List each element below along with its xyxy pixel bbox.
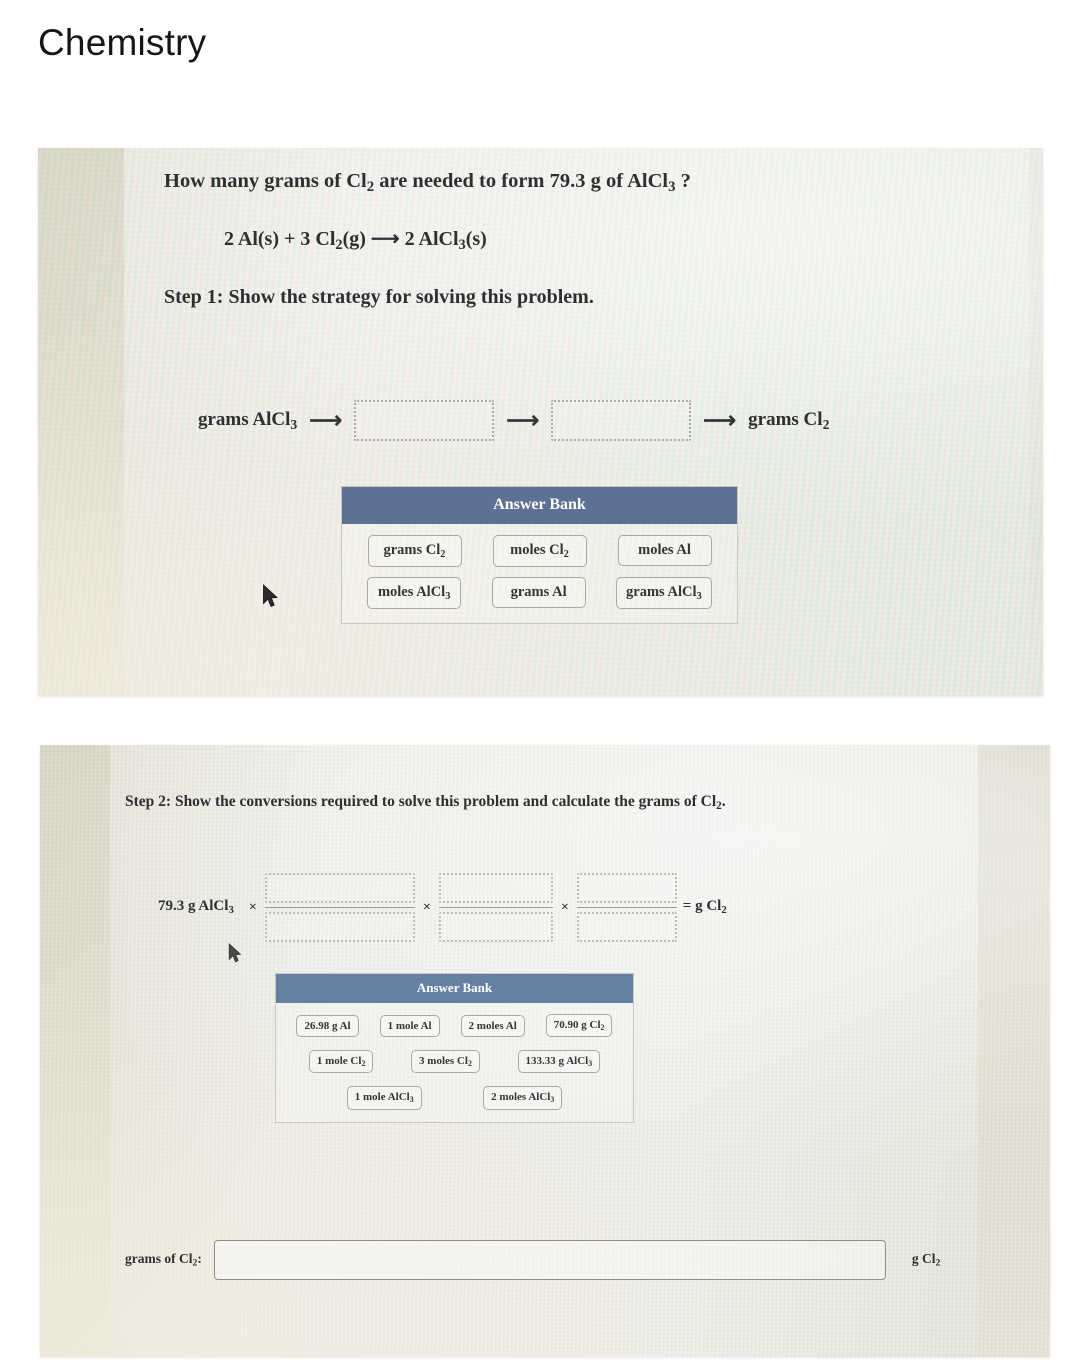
answer-bank-row: 26.98 g Al 1 mole Al 2 moles Al 70.90 g … xyxy=(286,1014,623,1038)
answer-bank-step1: Answer Bank grams Cl2 moles Cl2 moles Al… xyxy=(341,486,738,624)
answer-bank-body: grams Cl2 moles Cl2 moles Al moles AlCl3… xyxy=(342,524,737,623)
answer-bank-header: Answer Bank xyxy=(342,487,737,524)
fraction-denominator-slot[interactable] xyxy=(576,912,677,942)
answer-tile[interactable]: 1 mole Cl2 xyxy=(308,1050,374,1074)
conversion-start-label: 79.3 g AlCl3 xyxy=(158,898,234,917)
answer-tile[interactable]: grams AlCl3 xyxy=(616,576,712,609)
flow-end-label: grams Cl2 xyxy=(748,408,830,432)
flow-start-label: grams AlCl3 xyxy=(198,408,298,432)
answer-tile[interactable]: 1 mole Al xyxy=(379,1014,440,1037)
conversion-result-label: = g Cl2 xyxy=(682,898,727,917)
conversion-fraction-1 xyxy=(264,873,415,942)
answer-tile[interactable]: moles AlCl3 xyxy=(367,576,462,609)
fraction-numerator-slot[interactable] xyxy=(264,873,415,903)
answer-tile[interactable]: 3 moles Cl2 xyxy=(411,1050,480,1074)
answer-bank-step2: Answer Bank 26.98 g Al 1 mole Al 2 moles… xyxy=(275,973,634,1123)
answer-tile[interactable]: moles Cl2 xyxy=(492,535,587,567)
answer-tile[interactable]: grams Al xyxy=(491,577,586,609)
answer-tile[interactable]: 2 moles Al xyxy=(460,1014,525,1037)
answer-tile[interactable]: 1 mole AlCl3 xyxy=(346,1086,422,1110)
mouse-cursor-icon xyxy=(262,584,279,614)
answer-tile[interactable]: grams Cl2 xyxy=(367,535,462,567)
answer-bank-header: Answer Bank xyxy=(276,974,633,1003)
arrow-right-icon: ⟶ xyxy=(506,408,540,433)
multiply-icon: × xyxy=(422,899,431,915)
answer-bank-row: 1 mole Cl2 3 moles Cl2 133.33 g AlCl3 xyxy=(286,1050,623,1074)
step1-photo-panel: How many grams of Cl2 are needed to form… xyxy=(38,148,1043,696)
page-title: Chemistry xyxy=(38,22,207,63)
answer-tile[interactable]: moles Al xyxy=(617,535,712,567)
fraction-numerator-slot[interactable] xyxy=(438,873,553,903)
final-answer-unit: g Cl2 xyxy=(911,1251,941,1269)
reaction-equation: 2 Al(s) + 3 Cl2(g) ⟶ 2 AlCl3(s) xyxy=(224,228,487,254)
multiply-icon: × xyxy=(560,899,569,915)
answer-bank-body: 26.98 g Al 1 mole Al 2 moles Al 70.90 g … xyxy=(276,1003,633,1122)
answer-tile[interactable]: 2 moles AlCl3 xyxy=(483,1086,563,1110)
answer-tile[interactable]: 26.98 g Al xyxy=(296,1014,359,1037)
answer-bank-row: grams Cl2 moles Cl2 moles Al xyxy=(352,535,727,567)
mouse-cursor-icon xyxy=(228,942,242,969)
fraction-denominator-slot[interactable] xyxy=(264,912,415,942)
final-answer-row: grams of Cl2: g Cl2 xyxy=(125,1240,940,1280)
final-answer-label: grams of Cl2: xyxy=(125,1251,202,1269)
fraction-bar xyxy=(576,907,677,908)
fraction-denominator-slot[interactable] xyxy=(438,912,553,942)
fraction-bar xyxy=(438,907,553,908)
multiply-icon: × xyxy=(248,899,257,915)
conversion-equation: 79.3 g AlCl3 × × × = g Cl2 xyxy=(158,873,727,942)
answer-tile[interactable]: 70.90 g Cl2 xyxy=(545,1014,613,1038)
conversion-fraction-2 xyxy=(438,873,553,942)
answer-bank-row: 1 mole AlCl3 2 moles AlCl3 xyxy=(286,1086,623,1110)
strategy-slot-2[interactable] xyxy=(551,400,692,441)
answer-tile[interactable]: 133.33 g AlCl3 xyxy=(517,1050,601,1074)
fraction-numerator-slot[interactable] xyxy=(576,873,677,903)
fraction-bar xyxy=(264,907,415,908)
answer-bank-row: moles AlCl3 grams Al grams AlCl3 xyxy=(352,576,727,609)
conversion-fraction-3 xyxy=(576,873,677,942)
grams-of-cl2-input[interactable] xyxy=(213,1240,886,1280)
step2-photo-panel: Step 2: Show the conversions required to… xyxy=(40,745,1050,1357)
arrow-right-icon: ⟶ xyxy=(703,408,737,433)
arrow-right-icon: ⟶ xyxy=(309,408,343,433)
question-text: How many grams of Cl2 are needed to form… xyxy=(164,170,691,196)
step2-instruction: Step 2: Show the conversions required to… xyxy=(125,793,726,813)
strategy-slot-1[interactable] xyxy=(354,400,495,441)
step1-instruction: Step 1: Show the strategy for solving th… xyxy=(164,286,594,308)
strategy-flow: grams AlCl3 ⟶ ⟶ ⟶ grams Cl2 xyxy=(198,400,829,441)
